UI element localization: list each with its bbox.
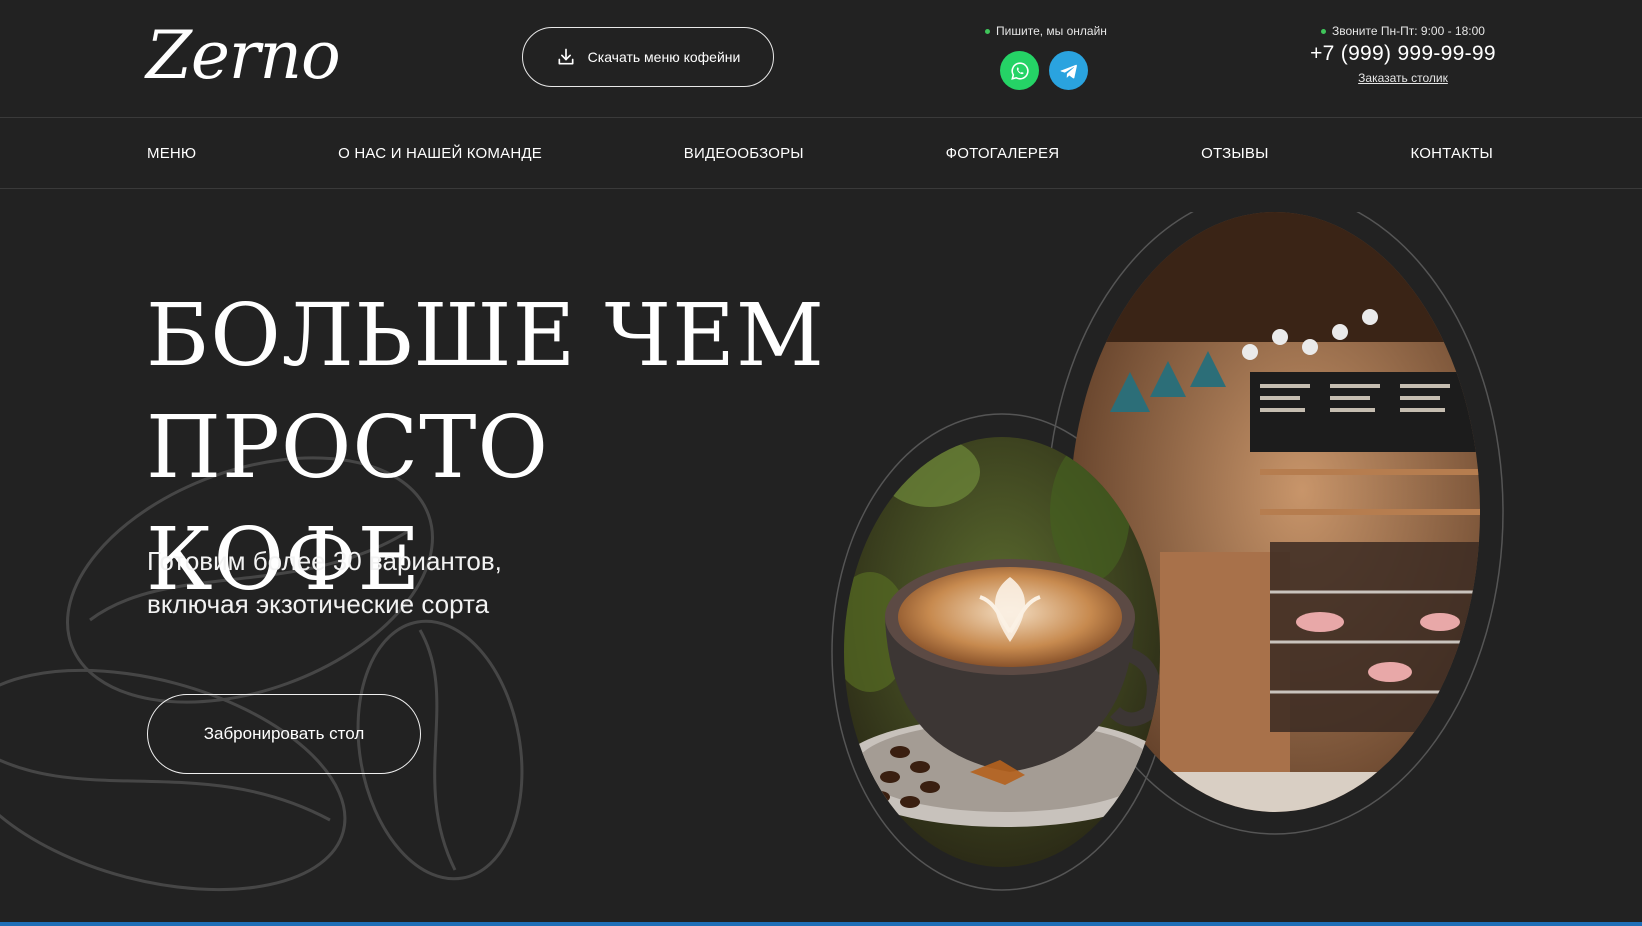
online-dot-icon <box>985 29 991 35</box>
hero-subtitle-line-1: Готовим более 30 вариантов, <box>147 546 502 576</box>
whatsapp-button[interactable] <box>1000 51 1039 90</box>
messenger-links <box>1000 51 1088 90</box>
book-table-button[interactable]: Забронировать стол <box>147 694 421 774</box>
work-hours-text: Звоните Пн-Пт: 9:00 - 18:00 <box>1332 24 1485 38</box>
download-menu-button[interactable]: Скачать меню кофейни <box>522 27 774 87</box>
hero-subtitle: Готовим более 30 вариантов, включая экзо… <box>147 540 667 626</box>
nav-item-about[interactable]: О НАС И НАШЕЙ КОМАНДЕ <box>338 145 542 162</box>
hero-photo-collage <box>831 212 1504 891</box>
main-nav: МЕНЮ О НАС И НАШЕЙ КОМАНДЕ ВИДЕООБЗОРЫ Ф… <box>0 118 1642 189</box>
contacts-block: Звоните Пн-Пт: 9:00 - 18:00 +7 (999) 999… <box>1300 24 1506 85</box>
nav-item-videos[interactable]: ВИДЕООБЗОРЫ <box>684 145 804 162</box>
hours-dot-icon <box>1321 29 1327 35</box>
telegram-button[interactable] <box>1049 51 1088 90</box>
site-header: Zerno Скачать меню кофейни Пишите, мы он… <box>0 0 1642 118</box>
telegram-icon <box>1060 64 1077 78</box>
online-status: Пишите, мы онлайн <box>976 24 1116 38</box>
hero-title-line-1: БОЛЬШЕ ЧЕМ <box>146 286 825 386</box>
bottom-accent-line <box>0 922 1642 926</box>
whatsapp-icon <box>1010 61 1029 80</box>
online-status-text: Пишите, мы онлайн <box>996 24 1107 38</box>
nav-item-contacts[interactable]: КОНТАКТЫ <box>1410 145 1493 162</box>
nav-item-menu[interactable]: МЕНЮ <box>147 145 196 162</box>
nav-list: МЕНЮ О НАС И НАШЕЙ КОМАНДЕ ВИДЕООБЗОРЫ Ф… <box>147 118 1493 188</box>
logo[interactable]: Zerno <box>146 20 341 92</box>
download-icon <box>558 48 574 65</box>
nav-item-gallery[interactable]: ФОТОГАЛЕРЕЯ <box>946 145 1060 162</box>
work-hours: Звоните Пн-Пт: 9:00 - 18:00 <box>1300 24 1506 38</box>
download-menu-label: Скачать меню кофейни <box>587 49 741 65</box>
nav-item-reviews[interactable]: ОТЗЫВЫ <box>1201 145 1268 162</box>
reserve-table-link[interactable]: Заказать столик <box>1300 71 1506 85</box>
hero-subtitle-line-2: включая экзотические сорта <box>147 589 490 619</box>
phone-number[interactable]: +7 (999) 999-99-99 <box>1300 42 1506 66</box>
